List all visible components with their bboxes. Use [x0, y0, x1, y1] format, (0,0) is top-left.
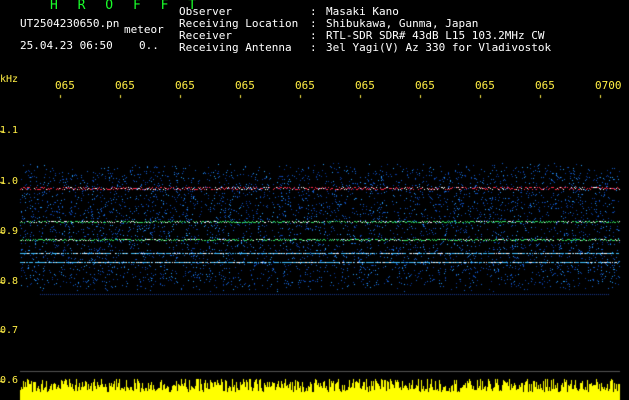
x-tick-label: 065	[295, 79, 315, 92]
y-unit-label: kHz	[0, 74, 19, 85]
date-time: 25.04.23 06:50	[20, 39, 113, 52]
antenna-sep: :	[310, 41, 317, 54]
x-tick-label: 0700	[595, 79, 622, 92]
x-tick-label: 065	[175, 79, 195, 92]
hrofft-window: H R O F F T UT2504230650.pn meteor 25.04…	[0, 0, 629, 400]
y-tick-label: 0.8	[0, 276, 19, 287]
antenna-label: Receiving Antenna	[179, 41, 292, 54]
file-name: UT2504230650.pn	[20, 17, 120, 30]
y-tick-label: 1.0	[0, 176, 19, 187]
x-tick-label: 065	[235, 79, 255, 92]
antenna-value: 3el Yagi(V) Az 330 for Vladivostok	[326, 41, 552, 54]
spectrogram-canvas	[0, 0, 629, 400]
y-tick-label: 0.9	[0, 226, 19, 237]
x-tick-label: 065	[115, 79, 135, 92]
x-tick-label: 065	[55, 79, 75, 92]
meteor-label: meteor	[124, 23, 164, 36]
y-tick-label: 0.6	[0, 375, 19, 386]
x-tick-label: 065	[535, 79, 555, 92]
x-tick-label: 065	[475, 79, 495, 92]
x-tick-label: 065	[415, 79, 435, 92]
y-tick-label: 1.1	[0, 125, 19, 136]
x-tick-label: 065	[355, 79, 375, 92]
y-tick-label: 0.7	[0, 325, 19, 336]
meteor-count: 0..	[139, 39, 159, 52]
